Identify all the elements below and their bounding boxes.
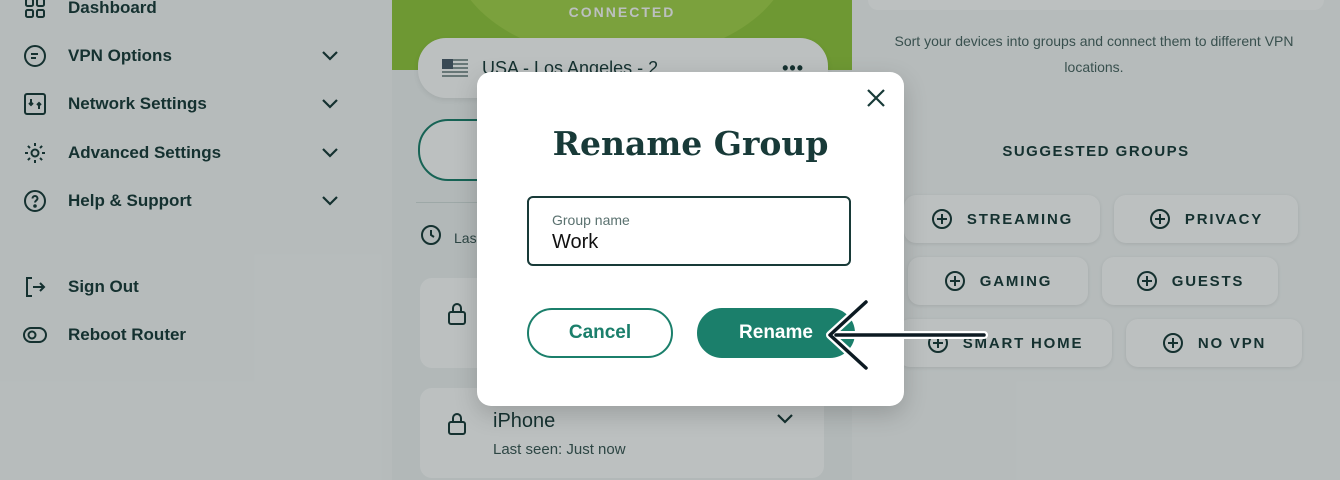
cancel-button[interactable]: Cancel (527, 308, 673, 358)
dialog-title: Rename Group (552, 124, 829, 163)
pointer-arrow-icon (826, 298, 988, 372)
app-root: Dashboard VPN Options Network Settings A… (0, 0, 1340, 480)
group-name-label: Group name (552, 212, 630, 228)
group-name-input[interactable] (552, 231, 822, 254)
close-icon[interactable] (864, 86, 888, 110)
group-name-field[interactable]: Group name (527, 196, 851, 266)
